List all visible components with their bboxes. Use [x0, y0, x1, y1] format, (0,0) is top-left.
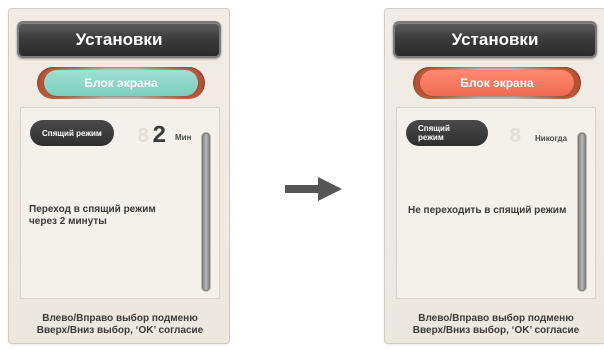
control-hints: Влево/Вправо выбор подменю Вверх/Вниз вы…: [9, 313, 231, 337]
sleep-mode-badge[interactable]: Спящий режим: [30, 120, 114, 146]
scrollbar[interactable]: [201, 132, 211, 292]
hint-line-1: Влево/Вправо выбор подменю: [42, 313, 198, 324]
description-line-1: Переход в спящий режим: [29, 204, 156, 215]
settings-title: Установки: [17, 21, 221, 58]
digit-ghost: 8: [137, 126, 150, 149]
sleep-description: Не переходить в спящий режим: [408, 205, 566, 217]
submenu-selector[interactable]: Блок экрана: [413, 67, 581, 99]
never-value[interactable]: Никогда: [535, 134, 567, 143]
description-line-2: через 2 минуты: [29, 216, 107, 227]
hint-line-1: Влево/Вправо выбор подменю: [418, 313, 574, 324]
digit-ghost: 8: [509, 126, 522, 149]
sleep-mode-badge[interactable]: Спящий режим: [406, 120, 488, 146]
sleep-description: Переход в спящий режим через 2 минуты: [29, 204, 156, 228]
option-content-area: Спящий режим 8 2 Мин Переход в спящий ре…: [20, 107, 220, 299]
tab-screen-lock[interactable]: Блок экрана: [420, 70, 574, 96]
tab-screen-lock[interactable]: Блок экрана: [44, 70, 198, 96]
option-content-area: Спящий режим 8 Никогда Не переходить в с…: [396, 107, 596, 299]
right-arrow-icon: [285, 177, 343, 206]
hint-line-2: Вверх/Вниз выбор, ‘OK’ согласие: [36, 325, 204, 336]
description-line-1: Не переходить в спящий режим: [408, 205, 567, 216]
scrollbar-thumb[interactable]: [202, 133, 210, 291]
hint-line-2: Вверх/Вниз выбор, ‘OK’ согласие: [412, 325, 580, 336]
minutes-unit: Мин: [175, 133, 192, 142]
settings-title: Установки: [393, 21, 597, 58]
control-hints: Влево/Вправо выбор подменю Вверх/Вниз вы…: [385, 313, 604, 337]
scrollbar[interactable]: [577, 132, 587, 292]
scrollbar-thumb[interactable]: [578, 133, 586, 291]
submenu-selector[interactable]: Блок экрана: [37, 67, 205, 99]
settings-panel-after: Установки Блок экрана Спящий режим 8 Ник…: [384, 8, 604, 344]
settings-panel-before: Установки Блок экрана Спящий режим 8 2 М…: [8, 8, 230, 344]
minutes-value[interactable]: 2: [152, 123, 166, 150]
